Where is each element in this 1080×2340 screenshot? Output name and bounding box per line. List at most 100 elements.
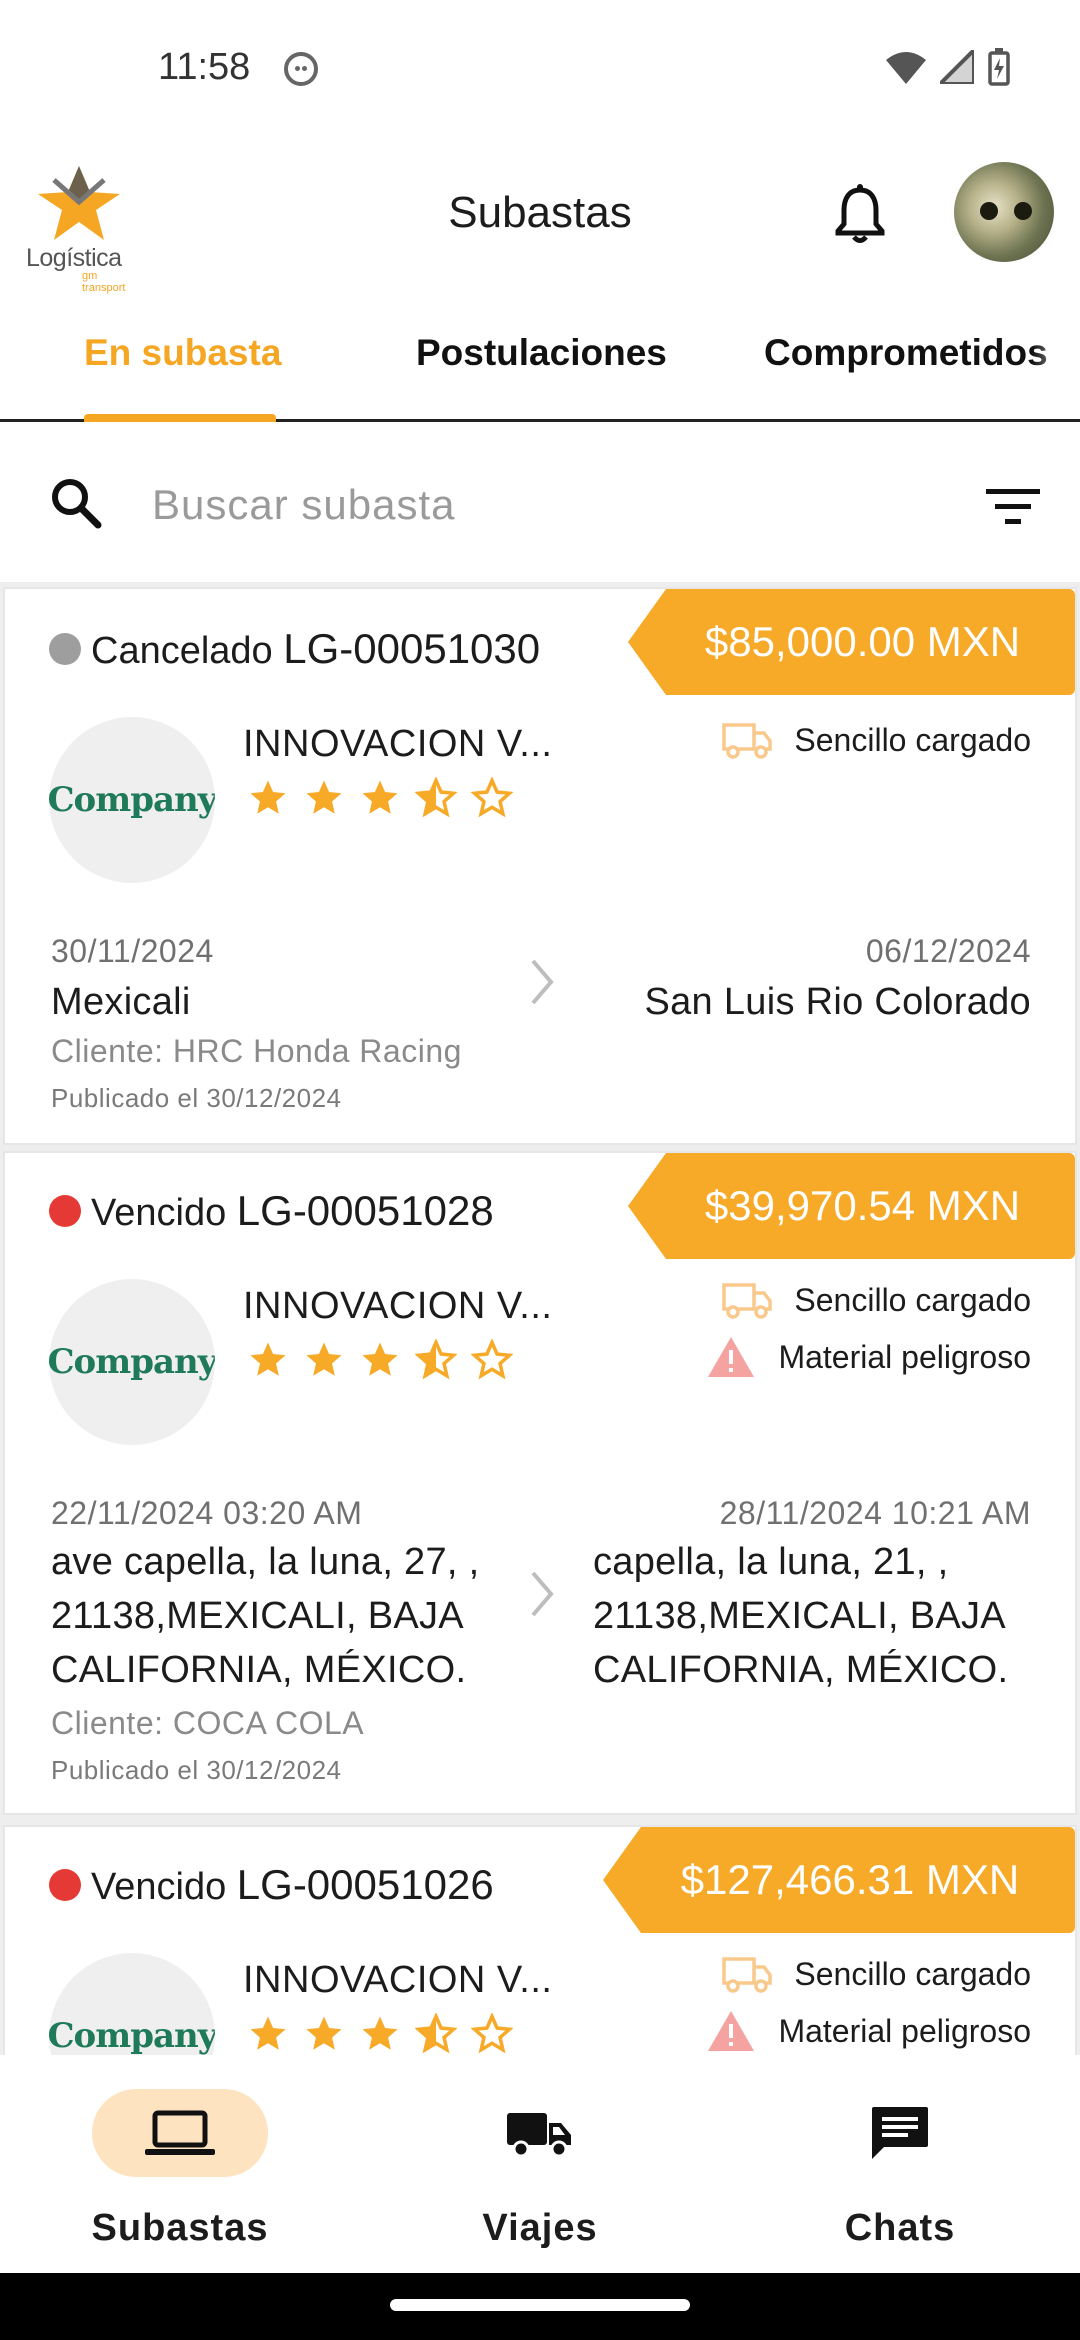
tab-comprometidos[interactable]: Comprometidos xyxy=(764,332,1080,374)
user-avatar[interactable] xyxy=(954,162,1054,262)
company-logo-text: Company xyxy=(49,780,215,820)
star-empty-icon xyxy=(471,1339,513,1380)
company-logo: Company xyxy=(49,717,215,883)
system-gesture-bar xyxy=(0,2273,1080,2340)
page-title: Subastas xyxy=(448,188,632,237)
price-tag: $127,466.31 MXN xyxy=(603,1827,1075,1933)
status-label: Cancelado xyxy=(91,630,273,672)
status-label: Vencido xyxy=(91,1192,227,1234)
price-tag: $39,970.54 MXN xyxy=(628,1153,1075,1259)
lot-code: LG-00051028 xyxy=(236,1187,494,1234)
auction-card[interactable]: Cancelado LG-00051030 $85,000.00 MXN Com… xyxy=(3,587,1077,1145)
logo-subtext: gm transport xyxy=(82,270,126,294)
wifi-icon xyxy=(886,52,926,84)
logo-text: Logística xyxy=(26,244,122,272)
star-half-icon xyxy=(415,1339,457,1380)
status-label: Vencido xyxy=(91,1866,227,1908)
lot-code: LG-00051026 xyxy=(236,1861,494,1908)
nav-viajes[interactable]: Viajes xyxy=(360,2055,720,2273)
published-label: Publicado el 30/12/2024 xyxy=(51,1083,342,1113)
company-logo-text: Company xyxy=(49,2016,215,2055)
lot-code: LG-00051030 xyxy=(283,625,541,672)
auction-card[interactable]: Vencido LG-00051028 $39,970.54 MXN Compa… xyxy=(3,1151,1077,1815)
origin-date: 22/11/2024 03:20 AM xyxy=(51,1495,363,1531)
star-half-icon xyxy=(415,2013,457,2054)
tab-en-subasta[interactable]: En subasta xyxy=(84,332,281,374)
origin-place: ave capella, la luna, 27, , 21138,MEXICA… xyxy=(51,1541,480,1691)
filter-icon[interactable] xyxy=(986,487,1040,525)
destination-date: 06/12/2024 xyxy=(865,933,1031,969)
chevron-right-icon xyxy=(531,1571,554,1617)
company-name: INNOVACION V... xyxy=(243,723,553,765)
star-full-icon xyxy=(362,1342,398,1376)
laptop-icon xyxy=(145,2110,215,2155)
status-time: 11:58 xyxy=(158,46,251,88)
origin-place: Mexicali xyxy=(51,981,191,1023)
nav-chats[interactable]: Chats xyxy=(720,2055,1080,2273)
cell-signal-icon xyxy=(940,50,974,84)
warning-icon xyxy=(708,2011,755,2051)
search-icon[interactable] xyxy=(48,475,104,531)
attribute-label: Sencillo cargado xyxy=(794,721,1031,758)
notification-bell-icon[interactable] xyxy=(832,184,888,244)
attribute-hazard: Material peligroso xyxy=(706,1335,1031,1379)
destination-place: capella, la luna, 21, , 21138,MEXICALI, … xyxy=(593,1541,1009,1691)
battery-icon xyxy=(988,48,1010,86)
star-full-icon xyxy=(250,2016,286,2050)
company-logo: Company xyxy=(49,1953,215,2055)
origin-date: 30/11/2024 xyxy=(51,933,214,969)
truck-outline-icon xyxy=(722,1283,773,1319)
status-bar: 11:58 xyxy=(0,0,1080,140)
app-header: Logística gm transport Subastas xyxy=(0,150,1080,294)
star-full-icon xyxy=(250,1342,286,1376)
home-gesture-handle[interactable] xyxy=(390,2299,690,2311)
star-full-icon xyxy=(362,2016,398,2050)
status-line: Vencido LG-00051028 xyxy=(91,1187,494,1235)
attribute-label: Sencillo cargado xyxy=(794,1955,1031,1992)
star-full-icon xyxy=(306,1342,342,1376)
attribute-label: Sencillo cargado xyxy=(794,1281,1031,1318)
company-name: INNOVACION V... xyxy=(243,1959,553,2001)
published-label: Publicado el 30/12/2024 xyxy=(51,1755,342,1785)
star-empty-icon xyxy=(471,777,513,818)
company-logo-text: Company xyxy=(49,1342,215,1382)
star-full-icon xyxy=(306,2016,342,2050)
nav-subastas[interactable]: Subastas xyxy=(0,2055,360,2273)
rating-stars xyxy=(247,1339,513,1381)
truck-outline-icon xyxy=(722,1957,773,1993)
attribute-truck: Sencillo cargado xyxy=(722,1281,1031,1319)
destination-place: San Luis Rio Colorado xyxy=(644,981,1031,1023)
truck-outline-icon xyxy=(722,723,773,759)
auction-list: Cancelado LG-00051030 $85,000.00 MXN Com… xyxy=(0,585,1080,2055)
status-dot xyxy=(49,633,81,665)
status-dot xyxy=(49,1869,81,1901)
auction-card[interactable]: Vencido LG-00051026 $127,466.31 MXN Comp… xyxy=(3,1825,1077,2055)
search-bar xyxy=(0,425,1080,585)
nav-label-chats: Chats xyxy=(844,2207,956,2249)
price-tag: $85,000.00 MXN xyxy=(628,589,1075,695)
tab-bar: En subasta Postulaciones Comprometidos xyxy=(0,310,1080,422)
star-full-icon xyxy=(250,780,286,814)
tab-postulaciones[interactable]: Postulaciones xyxy=(416,332,667,374)
active-tab-indicator xyxy=(84,414,276,422)
status-line: Vencido LG-00051026 xyxy=(91,1861,494,1909)
star-full-icon xyxy=(306,780,342,814)
attribute-label: Material peligroso xyxy=(778,2012,1031,2049)
client-label: Cliente: HRC Honda Racing xyxy=(51,1033,462,1069)
chat-icon xyxy=(872,2107,928,2159)
nav-label-subastas: Subastas xyxy=(91,2207,269,2249)
star-empty-icon xyxy=(471,2013,513,2054)
face-status-icon xyxy=(284,52,318,86)
nav-label-viajes: Viajes xyxy=(482,2207,598,2249)
attribute-label: Material peligroso xyxy=(778,1338,1031,1375)
rating-stars xyxy=(247,777,513,819)
status-line: Cancelado LG-00051030 xyxy=(91,625,540,673)
warning-icon xyxy=(708,1337,755,1377)
bottom-navigation: Subastas Viajes Chats xyxy=(0,2055,1080,2273)
search-input[interactable] xyxy=(152,473,932,537)
status-dot xyxy=(49,1195,81,1227)
truck-icon xyxy=(507,2113,571,2158)
company-logo: Company xyxy=(49,1279,215,1445)
rating-stars xyxy=(247,2013,513,2055)
attribute-truck: Sencillo cargado xyxy=(722,721,1031,759)
